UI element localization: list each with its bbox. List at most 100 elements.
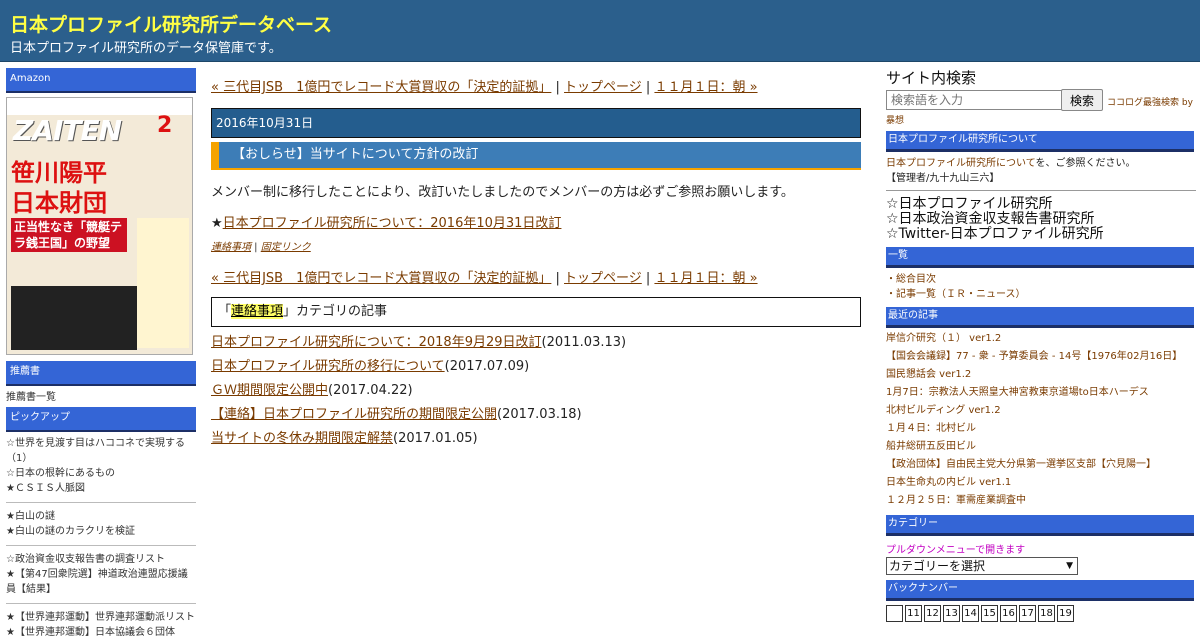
- recommend-heading: 推薦書: [6, 361, 196, 386]
- calendar-day[interactable]: 15: [981, 605, 998, 622]
- chevron-down-icon: ▼: [1066, 561, 1073, 571]
- pickup-item[interactable]: ★【第47回衆院選】神道政治連盟応援議員【結果】: [6, 567, 196, 597]
- index-item-label[interactable]: 記事一覧（ＩＲ・ニュース）: [896, 289, 1026, 300]
- calendar-day[interactable]: 12: [924, 605, 941, 622]
- recent-post-link[interactable]: １２月２５日：軍需産業調査中: [886, 492, 1196, 510]
- category-link[interactable]: 連絡事項: [211, 242, 251, 253]
- pickup-list: ☆世界を見渡す目はハココネで実現する（1） ☆日本の根幹にあるもの ★ＣＳＩＳ人…: [6, 432, 196, 640]
- article-link[interactable]: 当サイトの冬休み期間限定解禁: [211, 431, 393, 446]
- article-link[interactable]: ＧＷ期間限定公開中: [211, 383, 328, 398]
- calendar-day[interactable]: 11: [905, 605, 922, 622]
- ad-issue: 2: [157, 113, 173, 138]
- related-site-link[interactable]: ☆日本政治資金収支報告書研究所: [886, 212, 1196, 227]
- amazon-ad-zaiten[interactable]: ZAITEN 2 笹川陽平 日本財団 正当性なき「競艇テラ銭王国」の野望: [6, 97, 193, 355]
- main-content: « 三代目JSB 1億円でレコード大賞買収の「決定的証拠」 | トップページ |…: [211, 78, 861, 451]
- ad-headline: 笹川陽平 日本財団: [11, 158, 107, 218]
- category-name-link[interactable]: 連絡事項: [231, 304, 284, 319]
- ad-subheadline: 正当性なき「競艇テラ銭王国」の野望: [11, 218, 127, 252]
- top-page-link[interactable]: トップページ: [564, 80, 642, 95]
- recent-post-link[interactable]: 北村ビルディング ver1.2: [886, 402, 1196, 420]
- recent-post-link[interactable]: 【政治団体】自由民主党大分県第一選挙区支部【穴見陽一】: [886, 456, 1196, 474]
- entry-body: メンバー制に移行したことにより、改訂いたしましたのでメンバーの方は必ずご参照お願…: [211, 185, 794, 200]
- site-title[interactable]: 日本プロファイル研究所データベース: [10, 10, 332, 37]
- calendar-day[interactable]: 16: [1000, 605, 1017, 622]
- pickup-item[interactable]: ☆世界を見渡す目はハココネで実現する（1）: [6, 436, 196, 466]
- article-link[interactable]: 【連絡】日本プロファイル研究所の期間限定公開: [211, 407, 497, 422]
- pickup-item[interactable]: ★【世界連邦運動】日本協議会６団体: [6, 625, 196, 640]
- search-button[interactable]: 検索: [1061, 89, 1103, 111]
- list-item: 日本プロファイル研究所の移行について(2017.07.09): [211, 355, 861, 379]
- article-link[interactable]: 日本プロファイル研究所の移行について: [211, 359, 445, 374]
- prev-entry-link[interactable]: « 三代目JSB 1億円でレコード大賞買収の「決定的証拠」: [211, 80, 551, 95]
- recent-post-link[interactable]: 【国会会議録】77 - 衆 - 予算委員会 - 14号【1976年02月16日】: [886, 348, 1196, 366]
- recent-post-link[interactable]: 岸信介研究（１） ver1.2: [886, 330, 1196, 348]
- article-link[interactable]: 日本プロファイル研究所について：2018年9月29日改訂: [211, 335, 542, 350]
- next-entry-link[interactable]: １１月１日：朝 »: [654, 271, 757, 286]
- pickup-item[interactable]: ★ＣＳＩＳ人脈図: [6, 481, 196, 496]
- list-item: 当サイトの冬休み期間限定解禁(2017.01.05): [211, 427, 861, 451]
- entry-nav-bottom: « 三代目JSB 1億円でレコード大賞買収の「決定的証拠」 | トップページ |…: [211, 269, 861, 289]
- recent-posts-heading: 最近の記事: [886, 307, 1194, 328]
- entry-meta: 連絡事項 | 固定リンク: [211, 241, 861, 255]
- recent-post-link[interactable]: 国民懇話会 ver1.2: [886, 366, 1196, 384]
- about-heading: 日本プロファイル研究所について: [886, 131, 1194, 152]
- index-item-label[interactable]: 総合目次: [896, 274, 936, 285]
- ad-side-panel: [137, 218, 189, 348]
- prev-entry-link[interactable]: « 三代目JSB 1億円でレコード大賞買収の「決定的証拠」: [211, 271, 551, 286]
- article-date: (2017.03.18): [497, 407, 582, 422]
- calendar-day[interactable]: 19: [1057, 605, 1074, 622]
- nav-separator: |: [641, 271, 655, 286]
- article-date: (2017.01.05): [393, 431, 478, 446]
- category-articles-heading: 「連絡事項」カテゴリの記事: [211, 297, 861, 327]
- article-date: (2011.03.13): [541, 335, 627, 350]
- article-date: (2017.04.22): [328, 383, 413, 398]
- top-page-link[interactable]: トップページ: [564, 271, 642, 286]
- divider: [6, 603, 196, 604]
- cocolog-search-credit[interactable]: ココログ最強検索 by: [1107, 95, 1193, 108]
- index-list: ・総合目次 ・記事一覧（ＩＲ・ニュース）: [886, 272, 1196, 302]
- divider: [6, 545, 196, 546]
- backnumber-heading: バックナンバー: [886, 580, 1194, 601]
- pickup-item[interactable]: ★白山の謎: [6, 509, 196, 524]
- cocolog-search-credit-2[interactable]: 暴想: [886, 113, 1196, 126]
- search-heading: サイト内検索: [886, 69, 977, 87]
- divider: [6, 502, 196, 503]
- ad-headline-2: 日本財団: [11, 189, 107, 217]
- entry-nav-top: « 三代目JSB 1億円でレコード大賞買収の「決定的証拠」 | トップページ |…: [211, 78, 861, 98]
- pickup-item[interactable]: ☆政治資金収支報告書の調査リスト: [6, 552, 196, 567]
- amazon-heading: Amazon: [6, 68, 196, 93]
- list-item: ＧＷ期間限定公開中(2017.04.22): [211, 379, 861, 403]
- category-select[interactable]: カテゴリーを選択 ▼: [886, 557, 1078, 575]
- category-select-value: カテゴリーを選択: [889, 559, 986, 573]
- pickup-item[interactable]: ★白山の謎のカラクリを検証: [6, 524, 196, 539]
- related-site-link[interactable]: ☆Twitter-日本プロファイル研究所: [886, 227, 1196, 242]
- index-item[interactable]: ・総合目次: [886, 272, 1196, 287]
- related-site-link[interactable]: ☆日本プロファイル研究所: [886, 197, 1196, 212]
- calendar-day[interactable]: 17: [1019, 605, 1036, 622]
- entry-date: 2016年10月31日: [211, 108, 861, 138]
- pickup-item[interactable]: ☆日本の根幹にあるもの: [6, 466, 196, 481]
- list-item: 日本プロファイル研究所について：2018年9月29日改訂(2011.03.13): [211, 331, 861, 355]
- admin-name: 【管理者/九十九山三六】: [886, 173, 1000, 184]
- about-revision-link[interactable]: 日本プロファイル研究所について：2016年10月31日改訂: [223, 216, 562, 231]
- backnumber-calendar: 11 12 13 14 15 16 17 18 19: [886, 605, 1196, 622]
- nav-separator: |: [641, 80, 655, 95]
- article-date: (2017.07.09): [444, 359, 530, 374]
- search-input[interactable]: [886, 90, 1064, 110]
- recent-post-link[interactable]: 船井総研五反田ビル: [886, 438, 1196, 456]
- category-hint: プルダウンメニューで開きます: [886, 545, 1026, 556]
- calendar-day[interactable]: 13: [943, 605, 960, 622]
- entry-star-line: ★日本プロファイル研究所について：2016年10月31日改訂: [211, 215, 861, 233]
- calendar-day[interactable]: 14: [962, 605, 979, 622]
- calendar-day[interactable]: 18: [1038, 605, 1055, 622]
- recommend-link[interactable]: 推薦書一覧: [6, 390, 196, 405]
- about-link[interactable]: 日本プロファイル研究所について: [886, 158, 1036, 169]
- recent-post-link[interactable]: 日本生命丸の内ビル ver1.1: [886, 474, 1196, 492]
- index-item[interactable]: ・記事一覧（ＩＲ・ニュース）: [886, 287, 1196, 302]
- permalink[interactable]: 固定リンク: [261, 242, 311, 253]
- next-entry-link[interactable]: １１月１日：朝 »: [654, 80, 757, 95]
- pickup-item[interactable]: ★【世界連邦運動】世界連邦運動派リスト: [6, 610, 196, 625]
- ad-text-lines: [11, 286, 137, 350]
- recent-post-link[interactable]: １月４日：北村ビル: [886, 420, 1196, 438]
- recent-post-link[interactable]: 1月7日：宗教法人天照皇大神宮教東京道場to日本ハーデス: [886, 384, 1196, 402]
